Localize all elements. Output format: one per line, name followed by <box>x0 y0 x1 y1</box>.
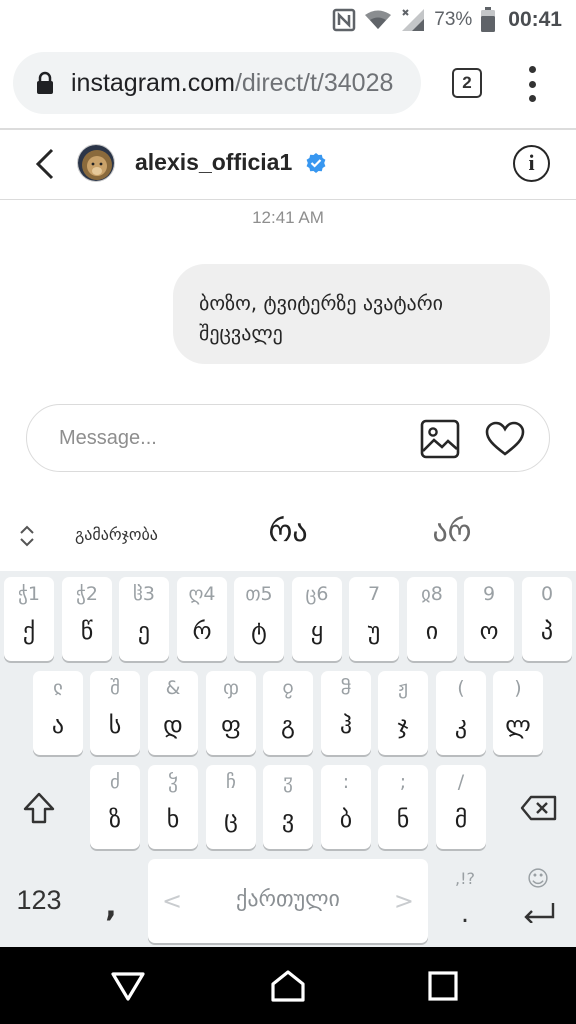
suggestion-center[interactable]: რა <box>232 514 344 549</box>
shift-icon <box>23 792 55 824</box>
key[interactable]: & დ <box>148 671 198 755</box>
key[interactable]: 0პ <box>522 577 572 661</box>
key[interactable]: შს <box>90 671 140 755</box>
back-triangle-icon[interactable] <box>110 969 146 1003</box>
key[interactable]: ჲ8 ი <box>407 577 457 661</box>
message-input[interactable] <box>59 423 399 453</box>
key[interactable]: ჱ3 ე <box>119 577 169 661</box>
chat-header: alexis_officia1 i <box>0 130 576 200</box>
status-bar: 73% 00:41 <box>0 0 576 40</box>
comma-key[interactable]: , <box>82 859 140 943</box>
period-key[interactable]: ,!? . <box>436 859 494 943</box>
suggestion-left[interactable]: გამარჯობა <box>75 525 158 544</box>
message-text-line: ბოზო, ტვიტერზე ავატარი <box>199 291 443 315</box>
back-arrow-icon[interactable] <box>32 147 58 181</box>
message-timestamp: 12:41 AM <box>252 208 324 227</box>
space-right-arrow: > <box>393 887 414 915</box>
browser-toolbar: instagram.com/direct/t/34028 2 <box>0 40 576 130</box>
key[interactable]: ჶფ <box>206 671 256 755</box>
wifi-icon <box>364 9 392 31</box>
tab-switcher-button[interactable]: 2 <box>452 68 482 98</box>
backspace-key[interactable] <box>504 765 572 849</box>
verified-badge-icon <box>306 153 326 173</box>
key[interactable]: ) ლ <box>493 671 543 755</box>
nfc-icon <box>332 8 356 32</box>
message-bubble-sent[interactable]: ბოზო, ტვიტერზე ავატარი შეცვალე <box>173 264 550 364</box>
url-text[interactable]: instagram.com/direct/t/34028 <box>71 69 393 98</box>
lock-icon <box>37 71 53 94</box>
key[interactable]: თ5 ტ <box>234 577 284 661</box>
space-key[interactable]: < ქართული > <box>148 859 428 943</box>
recents-icon[interactable] <box>425 969 461 1003</box>
emoji-hint-icon: ☺ <box>526 867 550 892</box>
info-button[interactable]: i <box>513 145 550 182</box>
gallery-icon[interactable] <box>420 419 460 459</box>
key[interactable]: ც6 ყ <box>292 577 342 661</box>
space-language-label: ქართული <box>236 887 340 912</box>
battery-icon <box>480 7 496 33</box>
key[interactable]: 9ო <box>464 577 514 661</box>
signal-icon <box>400 7 426 33</box>
key[interactable]: ჵჰ <box>321 671 371 755</box>
key[interactable]: ჭ2 წ <box>62 577 112 661</box>
key[interactable]: ჭ1 ქ <box>4 577 54 661</box>
clock: 00:41 <box>508 8 562 31</box>
heart-icon[interactable] <box>485 421 525 457</box>
system-nav-bar <box>0 947 576 1024</box>
browser-menu-button[interactable] <box>522 66 542 102</box>
status-icons: 73% 00:41 <box>332 6 562 34</box>
url-host: instagram.com <box>71 68 235 97</box>
expand-suggestions-icon[interactable] <box>18 524 36 548</box>
key[interactable]: ჺა <box>33 671 83 755</box>
address-bar[interactable]: instagram.com/direct/t/34028 <box>13 52 421 114</box>
backspace-icon <box>520 795 557 821</box>
key[interactable]: ჹგ <box>263 671 313 755</box>
chat-username[interactable]: alexis_officia1 <box>135 149 292 176</box>
home-icon[interactable] <box>270 969 306 1003</box>
key[interactable]: ჩც <box>206 765 256 849</box>
keyboard: გამარჯობა რა არ ჭ1 ქ ჭ2 წ ჱ3 ე ღ4 რ თ5 ტ ც6 ყ … <box>0 500 576 947</box>
key[interactable]: (კ <box>436 671 486 755</box>
suggestion-bar: გამარჯობა რა არ <box>0 500 576 571</box>
key[interactable]: 7უ <box>349 577 399 661</box>
key[interactable]: ჟჯ <box>378 671 428 755</box>
key[interactable]: ჳვ <box>263 765 313 849</box>
message-text-line: შეცვალე <box>199 321 283 345</box>
key[interactable]: / მ <box>436 765 486 849</box>
message-composer <box>26 404 550 472</box>
suggestion-right[interactable]: არ <box>392 514 512 549</box>
key[interactable]: ძზ <box>90 765 140 849</box>
key[interactable]: ; ნ <box>378 765 428 849</box>
key[interactable]: :ბ <box>321 765 371 849</box>
enter-key[interactable]: ☺ <box>504 859 572 943</box>
lion-avatar-image <box>78 145 114 181</box>
shift-key[interactable] <box>4 765 74 849</box>
battery-percent: 73% <box>434 9 473 30</box>
enter-icon <box>524 903 555 923</box>
key[interactable]: ღ4 რ <box>177 577 227 661</box>
symbols-key[interactable]: 123 <box>4 859 74 943</box>
url-path: /direct/t/34028 <box>234 68 394 97</box>
avatar[interactable] <box>77 144 115 182</box>
key[interactable]: ჴხ <box>148 765 198 849</box>
